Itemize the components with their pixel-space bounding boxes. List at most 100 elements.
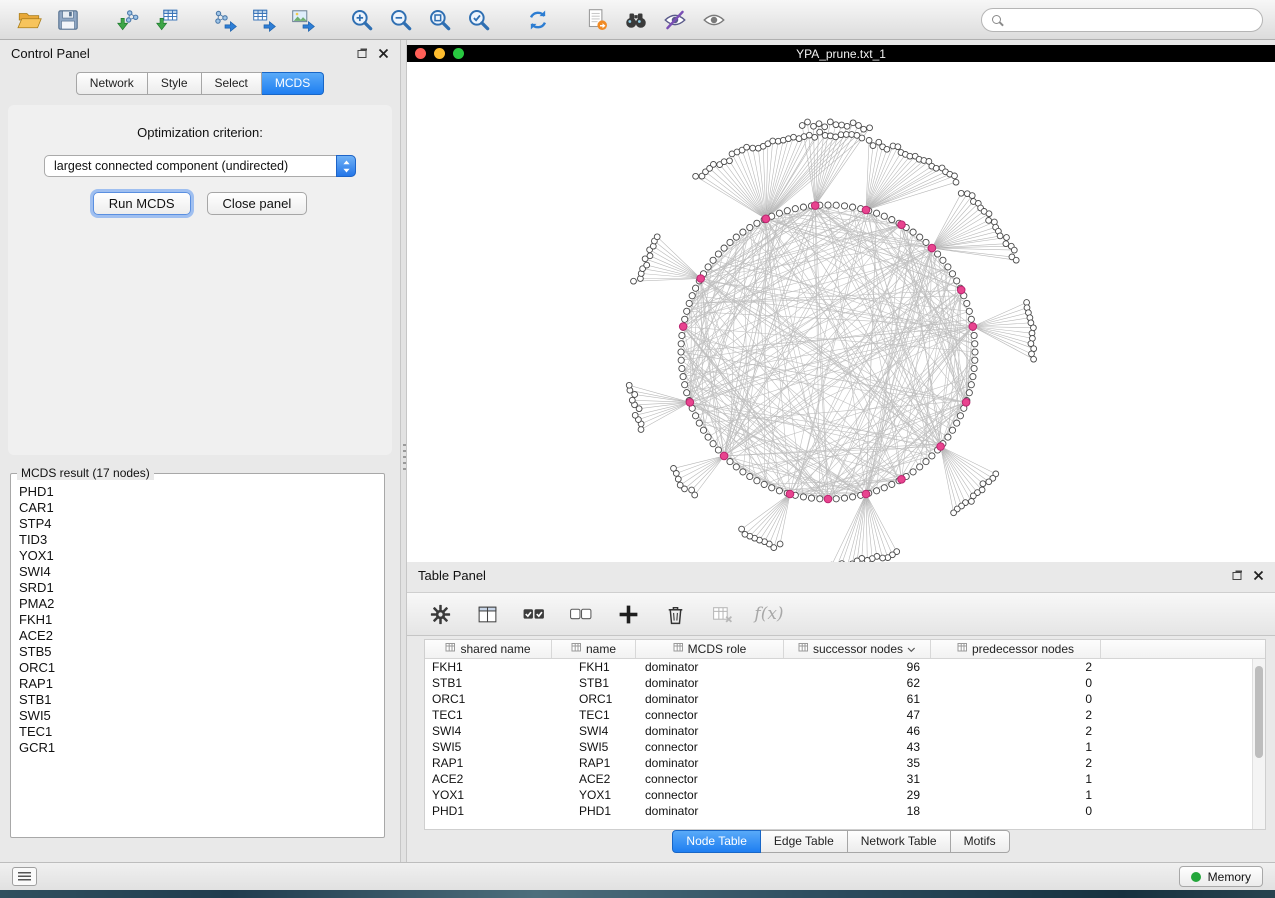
panel-menu-button[interactable] <box>12 867 37 886</box>
float-panel-icon[interactable] <box>357 48 368 59</box>
mcds-result-item[interactable]: SWI5 <box>12 708 383 724</box>
table-settings-gear-icon[interactable] <box>427 601 453 627</box>
mcds-result-item[interactable]: GCR1 <box>12 740 383 756</box>
window-minimize-icon[interactable] <box>434 48 445 59</box>
control-tab-network[interactable]: Network <box>76 72 148 95</box>
search-input[interactable] <box>1008 13 1252 27</box>
table-icon <box>571 642 582 656</box>
table-row[interactable]: ACE2ACE2connector311 <box>425 771 1265 787</box>
table-row[interactable]: TEC1TEC1connector472 <box>425 707 1265 723</box>
table-row[interactable]: FKH1FKH1dominator962 <box>425 659 1265 675</box>
control-tab-select[interactable]: Select <box>202 72 262 95</box>
cell-mcds-role: connector <box>636 788 784 802</box>
table-tab-network-table[interactable]: Network Table <box>848 830 951 853</box>
show-columns-icon[interactable] <box>474 601 500 627</box>
mcds-result-item[interactable]: ORC1 <box>12 660 383 676</box>
save-session-icon[interactable] <box>51 4 85 36</box>
table-scrollbar[interactable] <box>1252 659 1265 829</box>
cell-successor-nodes: 29 <box>784 788 931 802</box>
zoom-in-icon[interactable] <box>345 4 379 36</box>
cell-mcds-role: dominator <box>636 676 784 690</box>
find-in-network-icon[interactable] <box>619 4 653 36</box>
toolbar-search-field[interactable] <box>981 8 1263 32</box>
mcds-result-item[interactable]: PHD1 <box>12 484 383 500</box>
table-row[interactable]: SWI5SWI5connector431 <box>425 739 1265 755</box>
table-tab-motifs[interactable]: Motifs <box>951 830 1010 853</box>
import-network-icon[interactable] <box>110 4 144 36</box>
table-row[interactable]: SWI4SWI4dominator462 <box>425 723 1265 739</box>
mcds-result-item[interactable]: STB1 <box>12 692 383 708</box>
delete-table-icon <box>709 601 735 627</box>
list-icon <box>18 872 31 881</box>
table-row[interactable]: PHD1PHD1dominator180 <box>425 803 1265 819</box>
search-icon <box>992 15 1001 24</box>
cell-shared-name: ORC1 <box>425 692 552 706</box>
window-maximize-icon[interactable] <box>453 48 464 59</box>
network-window-titlebar[interactable]: YPA_prune.txt_1 <box>407 45 1275 62</box>
copy-style-icon[interactable] <box>580 4 614 36</box>
add-column-icon[interactable] <box>615 601 641 627</box>
table-row[interactable]: RAP1RAP1dominator352 <box>425 755 1265 771</box>
float-table-panel-icon[interactable] <box>1232 570 1243 581</box>
cell-predecessor-nodes: 2 <box>931 660 1101 674</box>
apply-layout-icon[interactable] <box>521 4 555 36</box>
mcds-result-item[interactable]: YOX1 <box>12 548 383 564</box>
mcds-result-item[interactable]: FKH1 <box>12 612 383 628</box>
mcds-result-item[interactable]: TEC1 <box>12 724 383 740</box>
control-panel-title: Control Panel <box>11 46 90 61</box>
select-stepper-icon <box>336 155 356 177</box>
mcds-result-item[interactable]: ACE2 <box>12 628 383 644</box>
column-header-predecessor-nodes[interactable]: predecessor nodes <box>931 640 1101 658</box>
column-header-mcds-role[interactable]: MCDS role <box>636 640 784 658</box>
table-tab-edge-table[interactable]: Edge Table <box>761 830 848 853</box>
show-all-icon[interactable] <box>697 4 731 36</box>
column-header-shared-name[interactable]: shared name <box>425 640 552 658</box>
cell-mcds-role: connector <box>636 708 784 722</box>
mcds-result-item[interactable]: STP4 <box>12 516 383 532</box>
table-row[interactable]: STB1STB1dominator620 <box>425 675 1265 691</box>
mcds-result-item[interactable]: SRD1 <box>12 580 383 596</box>
zoom-selected-icon[interactable] <box>462 4 496 36</box>
table-toolbar: f(x) <box>407 592 1275 636</box>
column-header-name[interactable]: name <box>552 640 636 658</box>
select-all-icon[interactable] <box>521 601 547 627</box>
export-network-icon[interactable] <box>208 4 242 36</box>
table-row[interactable]: YOX1YOX1connector291 <box>425 787 1265 803</box>
mcds-result-item[interactable]: STB5 <box>12 644 383 660</box>
column-header-successor-nodes[interactable]: successor nodes <box>784 640 931 658</box>
mcds-result-item[interactable]: TID3 <box>12 532 383 548</box>
open-file-icon[interactable] <box>12 4 46 36</box>
scrollbar-thumb[interactable] <box>1255 666 1263 758</box>
zoom-fit-icon[interactable] <box>423 4 457 36</box>
cell-shared-name: SWI4 <box>425 724 552 738</box>
control-tab-style[interactable]: Style <box>148 72 202 95</box>
cell-name: STB1 <box>552 676 636 690</box>
hide-selected-icon[interactable] <box>658 4 692 36</box>
export-table-icon[interactable] <box>247 4 281 36</box>
criterion-select[interactable]: largest connected component (undirected) <box>44 155 356 177</box>
close-panel-button[interactable]: Close panel <box>207 192 308 215</box>
zoom-out-icon[interactable] <box>384 4 418 36</box>
network-window-title: YPA_prune.txt_1 <box>407 47 1275 61</box>
mcds-result-item[interactable]: PMA2 <box>12 596 383 612</box>
network-canvas[interactable] <box>407 62 1275 562</box>
export-image-icon[interactable] <box>286 4 320 36</box>
memory-button[interactable]: Memory <box>1179 866 1263 887</box>
table-tab-node-table[interactable]: Node Table <box>672 830 761 853</box>
mcds-result-item[interactable]: RAP1 <box>12 676 383 692</box>
cell-shared-name: TEC1 <box>425 708 552 722</box>
deselect-all-icon[interactable] <box>568 601 594 627</box>
chevron-down-icon[interactable] <box>907 642 916 656</box>
control-tab-mcds[interactable]: MCDS <box>262 72 324 95</box>
mcds-result-item[interactable]: CAR1 <box>12 500 383 516</box>
vertical-splitter[interactable] <box>400 40 407 862</box>
control-panel: Control Panel NetworkStyleSelectMCDS Opt… <box>0 40 400 862</box>
window-close-icon[interactable] <box>415 48 426 59</box>
delete-column-trash-icon[interactable] <box>662 601 688 627</box>
run-mcds-button[interactable]: Run MCDS <box>93 192 191 215</box>
import-table-icon[interactable] <box>149 4 183 36</box>
mcds-result-item[interactable]: SWI4 <box>12 564 383 580</box>
table-row[interactable]: ORC1ORC1dominator610 <box>425 691 1265 707</box>
close-table-panel-icon[interactable] <box>1253 570 1264 581</box>
close-panel-icon[interactable] <box>378 48 389 59</box>
